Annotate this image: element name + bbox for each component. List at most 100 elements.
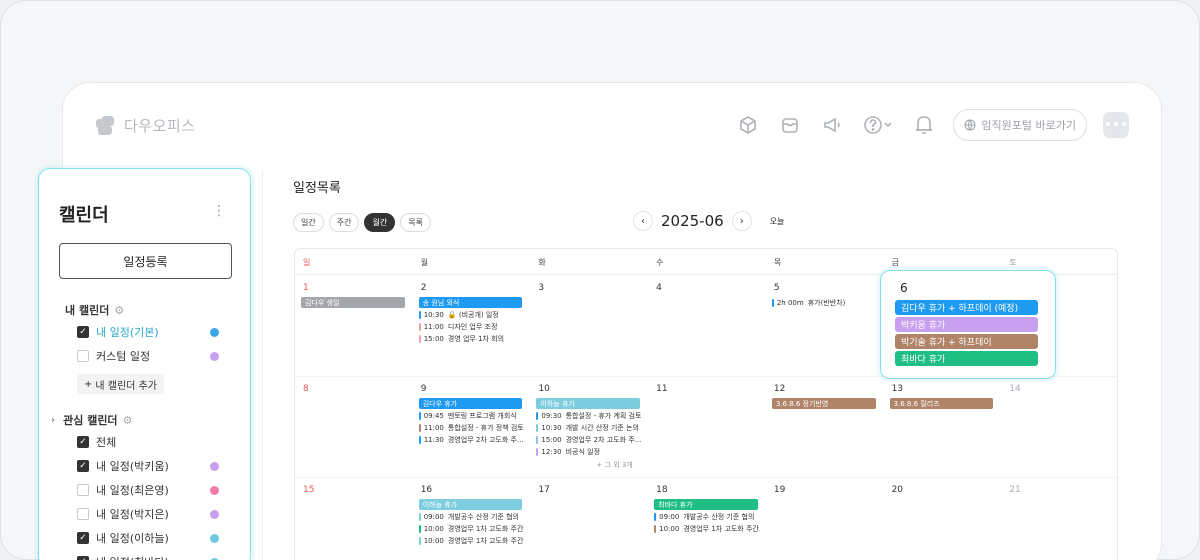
my-calendar-item[interactable]: ✓ 내 일정(기본) — [77, 323, 219, 341]
event-title: 통합설정 - 휴가 계획 검토 — [565, 411, 642, 420]
add-calendar-button[interactable]: + 내 캘린더 추가 — [77, 374, 164, 394]
day-number[interactable]: 13 — [892, 384, 903, 394]
interest-calendar-item[interactable]: ✓ 내 일정(최바다) — [77, 553, 219, 560]
settings-icon[interactable]: ⚙ — [114, 304, 124, 317]
cube-icon[interactable] — [735, 112, 761, 138]
calendar-label: 내 일정(이하늘) — [96, 532, 169, 545]
day-number[interactable]: 19 — [774, 485, 785, 495]
event-title: 경영업무 1차 고도화 주간... — [447, 536, 525, 545]
checkbox[interactable]: ✓ — [77, 460, 89, 472]
event-item[interactable]: 15:00 경영업무 2차 고도화 주... — [536, 434, 642, 445]
popup-event-bar[interactable]: 최바다 휴가 — [895, 351, 1038, 366]
help-icon[interactable] — [861, 112, 895, 138]
event-item[interactable]: 10:00 경영업무 1차 고도화 주간... — [418, 535, 525, 546]
event-bar[interactable]: 김다우 휴가 — [418, 398, 523, 409]
day-number[interactable]: 16 — [421, 485, 432, 495]
checkbox[interactable]: ✓ — [77, 532, 89, 544]
settings-icon[interactable]: ⚙ — [123, 414, 133, 427]
more-icon[interactable]: ••• — [1103, 112, 1129, 138]
day-number[interactable]: 11 — [656, 384, 667, 394]
day-number[interactable]: 4 — [656, 283, 662, 293]
day-number[interactable]: 21 — [1009, 485, 1020, 495]
event-item[interactable]: 2h 00m 휴가(반반차) — [771, 297, 878, 308]
day-number[interactable]: 9 — [421, 384, 427, 394]
checkbox[interactable]: ✓ — [77, 436, 89, 448]
kebab-menu-icon[interactable]: ⋮ — [212, 203, 226, 219]
checkbox[interactable] — [77, 508, 89, 520]
view-tab[interactable]: 주간 — [328, 213, 360, 232]
event-item[interactable]: 11:00 디자인 업무 조정 — [418, 321, 525, 332]
interest-calendar-item[interactable]: 내 일정(박지은) — [77, 505, 219, 523]
event-time: 2h 00m — [776, 298, 804, 307]
popup-day-number: 6 — [900, 281, 908, 295]
event-item[interactable]: 10:30 개발 시간 산정 기준 논의 — [536, 422, 642, 433]
inbox-icon[interactable] — [777, 112, 803, 138]
day-number[interactable]: 10 — [538, 384, 549, 394]
checkbox[interactable] — [77, 350, 89, 362]
checkbox[interactable]: ✓ — [77, 326, 89, 338]
popup-event-bar[interactable]: 김다우 휴가 + 하프데이 (예정) — [895, 300, 1038, 315]
next-month-button[interactable]: › — [731, 211, 752, 231]
day-number[interactable]: 12 — [774, 384, 785, 394]
prev-month-button[interactable]: ‹ — [633, 211, 653, 231]
event-item[interactable]: 10:30 🔒 (비공개) 일정 — [418, 309, 525, 320]
add-calendar-label: 내 캘린더 추가 — [95, 380, 157, 392]
view-tab[interactable]: 월간 — [364, 213, 396, 232]
event-bar[interactable]: 이하늘 휴가 — [418, 499, 523, 510]
event-item[interactable]: 12:30 비공식 일정 — [536, 446, 642, 457]
event-item[interactable]: 11:00 통합설정 - 휴가 정책 검토 — [418, 422, 525, 433]
day-number[interactable]: 8 — [303, 384, 309, 394]
event-color-marker — [418, 524, 421, 533]
day-number[interactable]: 5 — [774, 283, 780, 293]
interest-calendar-item[interactable]: ✓ 내 일정(박키움) — [77, 457, 219, 475]
day-number[interactable]: 15 — [303, 485, 314, 495]
interest-calendar-item[interactable]: ✓ 전체 — [77, 433, 219, 451]
calendar-label: 내 일정(박지은) — [96, 508, 169, 521]
event-bar[interactable]: 3.6.8.6 릴리즈 — [889, 398, 994, 409]
day-number[interactable]: 14 — [1009, 384, 1020, 394]
event-item[interactable]: 09:00 개발공수 산정 기준 협의 — [418, 511, 525, 522]
interest-calendar-item[interactable]: ✓ 내 일정(이하늘) — [77, 529, 219, 547]
event-item[interactable]: 15:00 경영 업무 1차 회의 — [418, 333, 525, 344]
checkbox[interactable] — [77, 484, 89, 496]
logo[interactable]: 다우오피스 — [96, 115, 196, 136]
register-schedule-button[interactable]: 일정등록 — [59, 243, 232, 279]
event-item[interactable]: 09:00 개발공수 산정 기준 협의 — [654, 511, 760, 522]
event-bar[interactable]: 최바다 휴가 — [654, 499, 758, 510]
chevron-right-icon[interactable]: › — [51, 415, 55, 426]
event-bar[interactable]: 3.6.8.6 정기반영 — [771, 398, 876, 409]
day-number[interactable]: 1 — [303, 283, 309, 293]
more-events-link[interactable]: + 그 외 3개 — [596, 460, 632, 470]
day-number[interactable]: 3 — [538, 283, 544, 293]
event-item[interactable]: 09:45 멘토링 프로그램 개회식 — [418, 410, 525, 421]
my-calendar-item[interactable]: 커스텀 일정 — [77, 347, 219, 365]
event-item[interactable]: 09:30 통합설정 - 휴가 계획 검토 — [536, 410, 642, 421]
event-time: 09:00 — [659, 512, 680, 521]
event-bar[interactable]: 이하늘 휴가 — [536, 398, 641, 409]
event-time: 10:00 — [659, 524, 680, 533]
event-item[interactable]: 10:00 경영업무 1차 고도화 주간... — [654, 523, 760, 534]
view-tabs: 일간 주간 월간 목록 — [293, 213, 431, 232]
event-item[interactable]: 11:30 경영업무 2차 고도화 주... — [418, 434, 525, 445]
day-number[interactable]: 18 — [656, 485, 667, 495]
calendar-sidebar: 캘린더 ⋮ 일정등록 내 캘린더 ⚙ + 내 캘린더 추가 › 관심 캘린더 ⚙… — [38, 168, 251, 560]
today-button[interactable]: 오늘 — [770, 216, 785, 227]
view-tab[interactable]: 목록 — [400, 213, 431, 232]
event-item[interactable]: 10:00 경영업무 1차 고도화 주간... — [418, 523, 524, 534]
popup-event-bar[interactable]: 박기술 휴가 + 하프데이 — [895, 334, 1038, 349]
day-number[interactable]: 2 — [421, 283, 427, 293]
day-number[interactable]: 17 — [538, 485, 549, 495]
day-number[interactable]: 20 — [892, 485, 903, 495]
checkbox[interactable]: ✓ — [77, 556, 89, 560]
portal-button[interactable]: 임직원포털 바로가기 — [953, 109, 1087, 141]
event-bar[interactable]: 김다우 생일 — [301, 297, 405, 308]
interest-calendar-item[interactable]: 내 일정(최은영) — [77, 481, 219, 499]
view-tab[interactable]: 일간 — [293, 213, 324, 232]
event-bar[interactable]: 송 원님 외식 — [418, 297, 523, 308]
event-title: 개발공수 산정 기준 협의 — [683, 512, 755, 521]
popup-event-bar[interactable]: 박키움 휴가 — [895, 317, 1038, 332]
interest-calendar-section: › 관심 캘린더 ⚙ — [51, 412, 132, 428]
megaphone-icon[interactable] — [819, 112, 845, 138]
event-color-marker — [536, 423, 539, 432]
bell-icon[interactable] — [911, 112, 937, 138]
